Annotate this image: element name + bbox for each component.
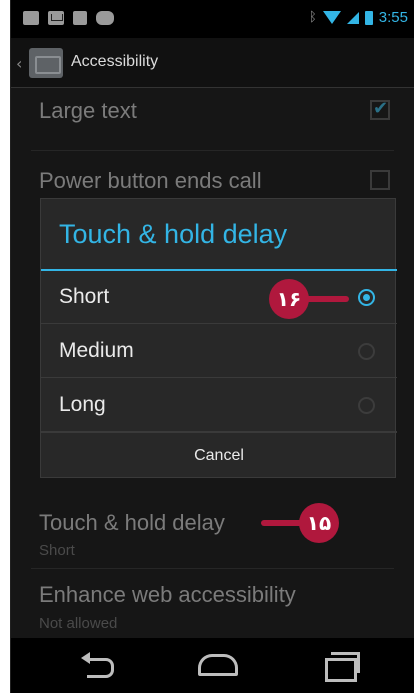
mail-icon [48, 11, 64, 25]
option-medium[interactable]: Medium [41, 325, 397, 378]
radio-medium[interactable] [358, 343, 375, 360]
up-caret-icon[interactable]: ‹ [16, 54, 22, 73]
power-button-checkbox[interactable] [370, 170, 390, 190]
touch-hold-delay-dialog: Touch & hold delay Short Medium Long Can… [40, 198, 397, 479]
accessibility-settings-icon[interactable] [29, 48, 63, 78]
option-long[interactable]: Long [41, 379, 397, 432]
radio-long[interactable] [358, 397, 375, 414]
phone-screen: ᛒ 3:55 ‹ Accessibility Large text Power … [10, 0, 414, 693]
callout-pointer [303, 296, 349, 302]
radio-short[interactable] [358, 289, 375, 306]
gamepad-icon [96, 11, 114, 25]
setting-title: Large text [39, 98, 137, 123]
signal-icon [346, 11, 359, 24]
system-icons: ᛒ 3:55 [309, 9, 408, 26]
callout-15: ۱۵ [255, 503, 345, 543]
recent-apps-icon[interactable] [325, 652, 361, 682]
bag-icon [73, 11, 87, 25]
status-bar: ᛒ 3:55 [11, 0, 414, 38]
setting-large-text[interactable]: Large text [11, 88, 414, 158]
page-title: Accessibility [71, 53, 159, 70]
back-icon[interactable] [81, 652, 117, 678]
large-text-checkbox[interactable] [370, 98, 390, 120]
option-label: Medium [59, 339, 134, 362]
wifi-icon [322, 11, 341, 24]
battery-icon [364, 10, 373, 25]
setting-summary: Short [39, 542, 75, 559]
bluetooth-icon: ᛒ [308, 10, 317, 25]
divider [31, 150, 394, 151]
divider [31, 568, 394, 569]
option-label: Short [59, 285, 110, 308]
setting-title: Enhance web accessibility [39, 582, 296, 607]
setting-title: Power button ends call [39, 168, 262, 193]
notification-icons [23, 11, 114, 25]
setting-touch-hold-delay[interactable]: Touch & hold delay Short [11, 500, 414, 564]
setting-title: Touch & hold delay [39, 510, 225, 535]
action-bar: ‹ Accessibility [11, 38, 414, 88]
clock: 3:55 [378, 9, 408, 26]
setting-enhance-web[interactable]: Enhance web accessibility Not allowed [11, 572, 414, 636]
setting-summary: Not allowed [39, 615, 118, 632]
cancel-button[interactable]: Cancel [41, 432, 397, 479]
dialog-title: Touch & hold delay [59, 219, 288, 249]
callout-number: ۱۵ [299, 503, 339, 543]
navigation-bar [11, 638, 414, 693]
option-label: Long [59, 393, 106, 416]
callout-16: ۱۶ [269, 279, 359, 319]
screenshot-icon [23, 11, 39, 25]
home-icon[interactable] [198, 652, 238, 676]
